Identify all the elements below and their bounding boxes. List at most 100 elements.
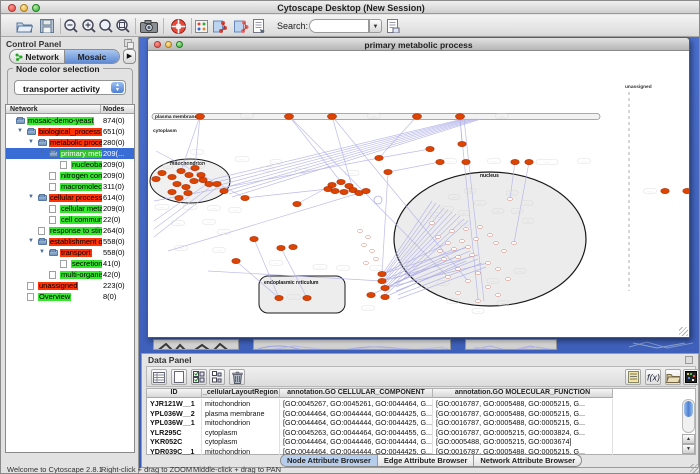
graph-node-unselected[interactable] <box>476 272 481 275</box>
tree-expander-icon[interactable]: ▼ <box>17 128 23 135</box>
tree-expander-icon[interactable]: ▼ <box>28 139 34 146</box>
tree-row[interactable]: ▼transport558(0) <box>6 247 134 258</box>
graph-node[interactable] <box>241 195 249 200</box>
app-resize-grip[interactable] <box>690 464 700 474</box>
color-attribute-combobox[interactable]: transporter activity ▲▼ <box>14 80 126 95</box>
graph-node-unselected[interactable] <box>476 300 481 303</box>
graph-node[interactable] <box>213 181 221 186</box>
tab-overflow-button[interactable]: ▶ <box>123 49 136 64</box>
tree-row[interactable]: ▼primary metabolic process209(... <box>6 148 134 159</box>
graph-edge[interactable] <box>289 116 341 182</box>
graph-node[interactable] <box>426 146 434 151</box>
tree-row[interactable]: unassigned223(0) <box>6 280 134 291</box>
graph-node-unselected[interactable] <box>460 240 465 243</box>
graph-node-unselected[interactable] <box>474 238 479 241</box>
graph-edge[interactable] <box>379 149 430 158</box>
table-row[interactable]: YJR121W__1mitochondrion[GO:0045267, GO:0… <box>147 399 695 409</box>
tree-row[interactable]: cell communication22(0) <box>6 214 134 225</box>
graph-edge[interactable] <box>245 189 328 198</box>
attribute-matrix-icon[interactable] <box>683 369 699 385</box>
graph-node[interactable] <box>185 172 193 177</box>
graph-node-unselected[interactable] <box>464 228 469 231</box>
graph-node-unselected[interactable] <box>466 280 471 283</box>
graph-node[interactable] <box>324 186 332 191</box>
graph-node[interactable] <box>168 189 176 194</box>
table-row[interactable]: YPL036W__2plasma membrane[GO:0044464, GO… <box>147 409 695 419</box>
table-row[interactable]: YLR295Ccytoplasm[GO:0045263, GO:0044464,… <box>147 428 695 438</box>
graph-node-unselected[interactable] <box>446 242 451 245</box>
scroll-down-button[interactable]: ▼ <box>682 444 695 454</box>
graph-node-unselected[interactable] <box>430 222 435 225</box>
column-header[interactable]: annotation.GO MOLECULAR_FUNCTION <box>433 389 613 398</box>
table-row[interactable]: YPL036W__1mitochondrion[GO:0044464, GO:0… <box>147 418 695 428</box>
tree-column-network[interactable]: Network <box>10 106 38 113</box>
data-panel-float-icon[interactable] <box>685 356 693 364</box>
graph-node[interactable] <box>205 181 213 186</box>
graph-node-unselected[interactable] <box>496 294 501 297</box>
graph-edge[interactable] <box>220 119 469 185</box>
graph-node[interactable] <box>220 188 228 193</box>
help-icon[interactable] <box>168 17 188 35</box>
attribute-list-icon[interactable] <box>625 369 641 385</box>
graph-node[interactable] <box>525 159 533 164</box>
graph-node[interactable] <box>275 295 283 300</box>
graph-node-unselected[interactable] <box>502 250 507 253</box>
tree-row[interactable]: response to stimulus264(0) <box>6 225 134 236</box>
tree-row[interactable]: ▼establishment of loc558(0) <box>6 236 134 247</box>
graph-node-unselected[interactable] <box>366 236 371 239</box>
graph-node-unselected[interactable] <box>506 278 511 281</box>
zoom-fit-icon[interactable] <box>114 17 132 35</box>
graph-node[interactable] <box>197 172 205 177</box>
graph-node[interactable] <box>378 271 386 276</box>
graph-node-unselected[interactable] <box>486 286 491 289</box>
graph-node[interactable] <box>381 294 389 299</box>
graph-node-unselected[interactable] <box>496 268 501 271</box>
graph-node[interactable] <box>191 165 199 170</box>
network-canvas[interactable]: plasma membrane cytoplasm mitochondrion … <box>148 51 689 337</box>
create-attribute-icon[interactable] <box>171 369 187 385</box>
graph-node[interactable] <box>362 188 370 193</box>
background-window-2[interactable] <box>253 339 451 350</box>
select-attributes-icon[interactable] <box>151 369 167 385</box>
table-scrollbar[interactable] <box>682 399 695 433</box>
graph-edge[interactable] <box>388 162 440 172</box>
annotation-icon[interactable] <box>251 17 267 35</box>
search-options-button[interactable]: ▼ <box>369 19 382 33</box>
zoom-selected-icon[interactable] <box>97 17 115 35</box>
membrane-node[interactable] <box>196 114 205 120</box>
graph-node[interactable] <box>173 181 181 186</box>
graph-node[interactable] <box>175 195 183 200</box>
zoom-in-icon[interactable] <box>80 17 98 35</box>
graph-node-unselected[interactable] <box>442 258 447 261</box>
background-window-1[interactable] <box>153 339 239 350</box>
graph-node[interactable] <box>158 170 166 175</box>
control-panel-float-icon[interactable] <box>124 39 132 47</box>
tree-row[interactable]: nucleobase-containing209(0) <box>6 159 134 170</box>
graph-node-unselected[interactable] <box>488 234 493 237</box>
select-all-icon[interactable] <box>191 369 207 385</box>
app-titlebar[interactable]: Cytoscape Desktop (New Session) <box>1 1 700 14</box>
snapshot-icon[interactable] <box>138 17 160 35</box>
tree-row[interactable]: ▼metabolic process280(0) <box>6 137 134 148</box>
tab-mosaic[interactable]: Mosaic <box>64 50 119 63</box>
layout-1-icon[interactable] <box>211 17 229 35</box>
delete-attribute-icon[interactable] <box>229 369 245 385</box>
graph-node[interactable] <box>289 244 297 249</box>
membrane-node[interactable] <box>285 114 294 120</box>
graph-node-unselected[interactable] <box>362 244 367 247</box>
graph-node[interactable] <box>340 189 348 194</box>
graph-node[interactable] <box>375 155 383 160</box>
network-window-titlebar[interactable]: primary metabolic process <box>148 38 689 51</box>
graph-node-unselected[interactable] <box>470 254 475 257</box>
tree-row[interactable]: Overview8(0) <box>6 291 134 302</box>
graph-node[interactable] <box>436 159 444 164</box>
graph-node-unselected[interactable] <box>436 236 441 239</box>
column-header[interactable]: _cellularLayoutRegion <box>202 389 280 398</box>
graph-node-unselected[interactable] <box>450 230 455 233</box>
graph-node-unselected[interactable] <box>370 250 375 253</box>
import-attributes-icon[interactable] <box>665 369 681 385</box>
graph-node-unselected[interactable] <box>494 242 499 245</box>
tree-row[interactable]: nitrogen compound209(0) <box>6 170 134 181</box>
tree-row[interactable]: secretion41(0) <box>6 258 134 269</box>
function-builder-icon[interactable]: f(x) <box>645 369 661 385</box>
